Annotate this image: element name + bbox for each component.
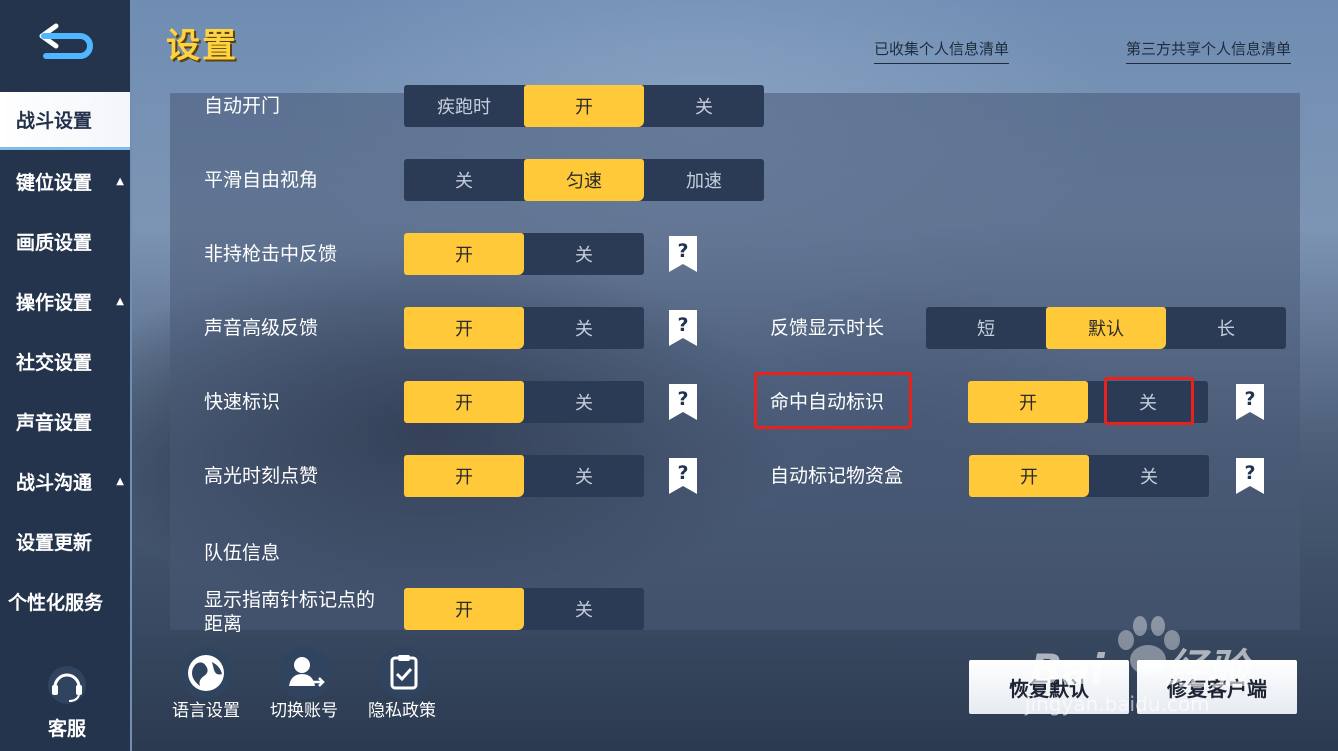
watermark-text: Bai 经验 (1030, 636, 1249, 697)
sound-feedback-label: 声音高级反馈 (204, 317, 319, 339)
globe-icon[interactable] (176, 646, 236, 700)
feedback-duration-label: 反馈显示时长 (770, 317, 885, 339)
help-icon[interactable]: ? (669, 236, 697, 272)
expand-up-icon: ▲ (116, 295, 124, 307)
option-accelerate[interactable]: 加速 (644, 159, 764, 201)
privacy-policy-label[interactable]: 隐私政策 (368, 696, 436, 721)
svg-text:?: ? (1244, 388, 1255, 410)
help-icon[interactable]: ? (1236, 458, 1264, 494)
svg-text:?: ? (677, 314, 688, 336)
help-icon[interactable]: ? (669, 310, 697, 346)
feedback-duration-selector: 短 默认 长 (926, 307, 1286, 349)
option-off[interactable]: 关 (644, 85, 764, 127)
option-off[interactable]: 关 (524, 455, 644, 497)
sidebar-item-graphics[interactable]: 画质设置 (0, 212, 130, 270)
sidebar-item-label: 战斗沟通 (16, 471, 93, 494)
smooth-view-label: 平滑自由视角 (204, 169, 319, 191)
option-short[interactable]: 短 (926, 307, 1046, 349)
unarmed-hit-toggle: 开 关 (404, 233, 644, 275)
highlight-box (1104, 377, 1194, 425)
sidebar-item-label: 个性化服务 (8, 591, 104, 614)
quick-mark-label: 快速标识 (204, 391, 281, 413)
sound-feedback-toggle: 开 关 (404, 307, 644, 349)
sidebar-item-keys[interactable]: 键位设置 ▲ (0, 152, 130, 210)
compass-distance-label: 显示指南针标记点的 距离 (204, 588, 375, 636)
collected-info-link[interactable]: 已收集个人信息清单 (874, 38, 1010, 64)
back-arrow-icon[interactable] (38, 20, 98, 62)
option-off[interactable]: 关 (404, 159, 524, 201)
sidebar: 战斗设置 键位设置 ▲ 画质设置 操作设置 ▲ 社交设置 声音设置 战斗沟通 ▲… (0, 0, 132, 751)
auto-door-label: 自动开门 (204, 95, 281, 117)
label-line: 显示指南针标记点的 (204, 589, 376, 611)
customer-service-label[interactable]: 客服 (0, 714, 134, 741)
help-icon[interactable]: ? (669, 458, 697, 494)
label-line: 距离 (204, 613, 243, 635)
sidebar-item-label: 声音设置 (16, 411, 93, 434)
smooth-view-selector: 关 匀速 加速 (404, 159, 764, 201)
option-on[interactable]: 开 (404, 381, 524, 423)
option-on[interactable]: 开 (524, 85, 644, 127)
svg-text:?: ? (677, 462, 688, 484)
watermark-url: jingyan.baidu.com (1025, 692, 1210, 716)
page-title: 设置 (166, 26, 238, 66)
option-off[interactable]: 关 (524, 588, 644, 630)
expand-up-icon: ▲ (116, 175, 124, 187)
sidebar-item-social[interactable]: 社交设置 (0, 332, 130, 390)
option-on[interactable]: 开 (404, 307, 524, 349)
sidebar-item-combat[interactable]: 战斗设置 (0, 92, 130, 150)
option-long[interactable]: 长 (1166, 307, 1286, 349)
highlight-like-label: 高光时刻点赞 (204, 465, 319, 487)
sidebar-item-controls[interactable]: 操作设置 ▲ (0, 272, 130, 330)
option-on[interactable]: 开 (968, 381, 1088, 423)
option-on[interactable]: 开 (404, 455, 524, 497)
sidebar-item-label: 战斗设置 (16, 110, 93, 132)
auto-mark-box-toggle: 开 关 (969, 455, 1209, 497)
auto-mark-box-label: 自动标记物资盒 (770, 465, 904, 487)
third-party-info-link[interactable]: 第三方共享个人信息清单 (1126, 38, 1292, 64)
sidebar-item-label: 画质设置 (16, 231, 93, 254)
highlight-like-toggle: 开 关 (404, 455, 644, 497)
watermark-jingyan: 经验 (1164, 645, 1249, 694)
auto-door-selector: 疾跑时 开 关 (404, 85, 764, 127)
sidebar-item-updates[interactable]: 设置更新 (0, 512, 130, 570)
option-on[interactable]: 开 (969, 455, 1089, 497)
team-info-heading: 队伍信息 (204, 542, 281, 564)
option-off[interactable]: 关 (524, 307, 644, 349)
sidebar-item-label: 操作设置 (16, 291, 93, 314)
sidebar-item-personalization[interactable]: 个性化服务 (0, 572, 130, 630)
expand-up-icon: ▲ (116, 475, 124, 487)
compass-distance-toggle: 开 关 (404, 588, 644, 630)
clipboard-check-icon[interactable] (374, 646, 434, 700)
watermark-bai: Bai (1030, 645, 1105, 694)
quick-mark-toggle: 开 关 (404, 381, 644, 423)
svg-text:?: ? (677, 240, 688, 262)
help-icon[interactable]: ? (1236, 384, 1264, 420)
sidebar-item-communication[interactable]: 战斗沟通 ▲ (0, 452, 130, 510)
sidebar-item-sound[interactable]: 声音设置 (0, 392, 130, 450)
switch-account-label[interactable]: 切换账号 (270, 696, 338, 721)
sidebar-item-label: 设置更新 (16, 531, 93, 554)
switch-account-icon[interactable] (275, 646, 335, 700)
option-on[interactable]: 开 (404, 588, 524, 630)
option-uniform[interactable]: 匀速 (524, 159, 644, 201)
headset-icon[interactable] (44, 665, 90, 705)
option-off[interactable]: 关 (524, 381, 644, 423)
option-off[interactable]: 关 (524, 233, 644, 275)
option-default[interactable]: 默认 (1046, 307, 1166, 349)
option-off[interactable]: 关 (1089, 455, 1209, 497)
option-on[interactable]: 开 (404, 233, 524, 275)
svg-text:?: ? (677, 388, 688, 410)
option-sprint[interactable]: 疾跑时 (404, 85, 524, 127)
sidebar-item-label: 社交设置 (16, 351, 93, 374)
unarmed-hit-label: 非持枪击中反馈 (204, 243, 338, 265)
help-icon[interactable]: ? (669, 384, 697, 420)
language-settings-label[interactable]: 语言设置 (172, 696, 240, 721)
hit-auto-mark-label: 命中自动标识 (770, 391, 885, 413)
sidebar-item-label: 键位设置 (16, 171, 93, 194)
svg-text:?: ? (1244, 462, 1255, 484)
